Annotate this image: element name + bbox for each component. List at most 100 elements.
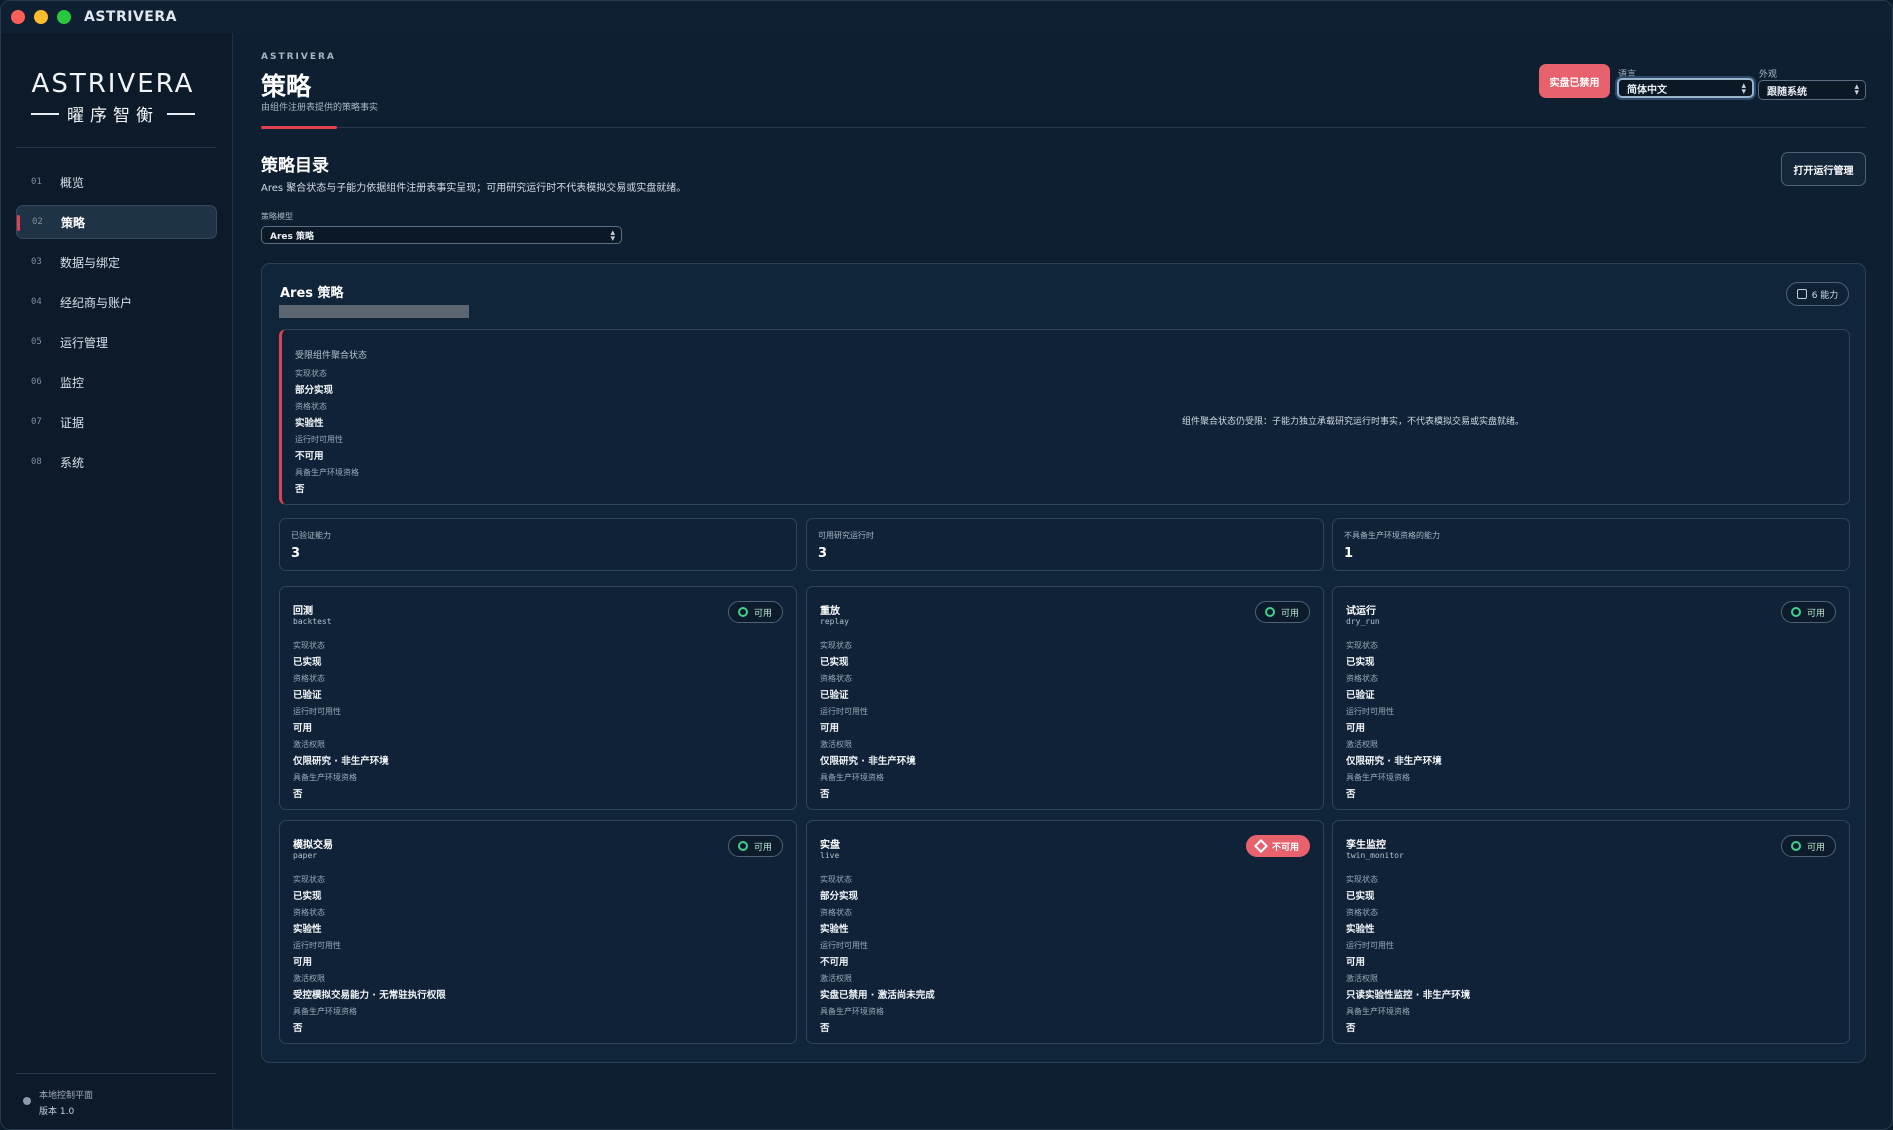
language-select[interactable]: 简体中文 ▴ ▾ (1617, 78, 1754, 98)
field-value: 已验证 (820, 690, 849, 701)
field-value: 只读实验性监控 · 非生产环境 (1346, 990, 1471, 1001)
header-divider (261, 127, 1866, 128)
field-value: 已验证 (293, 690, 322, 701)
field-value: 可用 (820, 723, 840, 734)
field-label: 激活权限 (293, 974, 325, 983)
field-label: 运行时可用性 (820, 941, 868, 950)
field-label: 激活权限 (820, 974, 852, 983)
strategy-model-value: Ares 策略 (270, 231, 314, 242)
capability-card-live: 实盘 live 不可用 实现状态 部分实现 资格状态 实验性 运行时可用性 不可用 激活权限 实盘已… (806, 820, 1324, 1044)
sidebar-item-2[interactable]: 03 数据与绑定 (16, 245, 217, 279)
sidebar-item-6[interactable]: 07 证据 (16, 405, 217, 439)
sidebar-item-3[interactable]: 04 经纪商与账户 (16, 285, 217, 319)
field-value: 可用 (293, 723, 313, 734)
availability-badge-label: 可用 (753, 608, 772, 619)
availability-badge: 可用 (1780, 835, 1836, 857)
field-value: 实盘已禁用 · 激活尚未完成 (820, 990, 935, 1001)
capability-field: 运行时可用性 可用 (293, 706, 341, 734)
sidebar-item-number: 06 (31, 377, 42, 387)
sidebar-item-1[interactable]: 02 策略 (16, 205, 217, 239)
strategy-model-label: 策略模型 (261, 212, 293, 221)
field-label: 具备生产环境资格 (1346, 1007, 1410, 1016)
strategy-model-select[interactable]: Ares 策略 ▴ ▾ (261, 226, 622, 244)
stat-value: 3 (291, 546, 301, 561)
maximize-window-button[interactable] (57, 10, 71, 24)
sidebar-item-number: 08 (31, 457, 42, 467)
capability-field: 激活权限 只读实验性监控 · 非生产环境 (1346, 973, 1470, 1001)
appearance-select-value: 跟随系统 (1767, 86, 1807, 98)
availability-badge: 可用 (727, 835, 783, 857)
availability-badge: 可用 (727, 601, 783, 623)
capability-field: 资格状态 已验证 (1346, 673, 1378, 701)
aggregate-note: 组件聚合状态仍受限：子能力独立承载研究运行时事实，不代表模拟交易或实盘就绪。 (1182, 417, 1525, 427)
capability-title: 实盘 (820, 840, 840, 851)
brand-logo: ASTRIVERA 曜序智衡 (29, 69, 197, 126)
capability-card-replay: 重放 replay 可用 实现状态 已实现 资格状态 已验证 运行时可用性 可用 激活权限 仅限研究… (806, 586, 1324, 810)
capability-code: dry_run (1346, 617, 1380, 626)
availability-badge: 可用 (1254, 601, 1310, 623)
language-select-value: 简体中文 (1627, 84, 1667, 96)
capability-field: 资格状态 已验证 (820, 673, 852, 701)
field-value: 可用 (293, 957, 313, 968)
diamond-warning-icon (1253, 838, 1269, 854)
field-value: 否 (820, 1023, 830, 1034)
availability-badge-label: 可用 (1280, 608, 1299, 619)
field-value: 仅限研究 · 非生产环境 (820, 756, 916, 767)
field-value: 已实现 (293, 657, 322, 668)
capability-field: 实现状态 已实现 (293, 640, 325, 668)
circle-check-icon (1264, 607, 1275, 617)
open-run-management-button[interactable]: 打开运行管理 (1781, 152, 1866, 186)
field-label: 运行时可用性 (293, 941, 341, 950)
sidebar-item-0[interactable]: 01 概览 (16, 165, 217, 199)
field-label: 具备生产环境资格 (820, 1007, 884, 1016)
sidebar-item-label: 运行管理 (60, 335, 109, 350)
sidebar-item-4[interactable]: 05 运行管理 (16, 325, 217, 359)
redacted-bar (279, 305, 469, 318)
field-value: 部分实现 (295, 385, 334, 396)
sidebar-item-7[interactable]: 08 系统 (16, 445, 217, 479)
availability-badge: 不可用 (1245, 835, 1310, 857)
field-label: 资格状态 (820, 674, 852, 683)
logo-rule-right (167, 112, 195, 115)
field-value: 不可用 (820, 957, 849, 968)
header-accent-bar (261, 126, 337, 129)
field-value: 已验证 (1346, 690, 1375, 701)
stat-card: 不具备生产环境资格的能力 1 (1332, 518, 1850, 571)
field-label: 实现状态 (1346, 641, 1378, 650)
catalog-description: Ares 聚合状态与子能力依据组件注册表事实呈现；可用研究运行时不代表模拟交易或… (261, 183, 687, 194)
capability-title: 试运行 (1346, 606, 1376, 617)
field-label: 运行时可用性 (1346, 941, 1394, 950)
capability-code: paper (293, 851, 318, 860)
capability-code: twin_monitor (1346, 851, 1404, 860)
field-label: 运行时可用性 (295, 435, 343, 444)
field-value: 实验性 (295, 418, 324, 429)
capability-title: 模拟交易 (293, 840, 333, 851)
capability-card-twin_monitor: 孪生监控 twin_monitor 可用 实现状态 已实现 资格状态 实验性 运行时可用性 可用… (1332, 820, 1850, 1044)
window-controls (11, 10, 71, 24)
status-label: 本地控制平面 (39, 1091, 94, 1101)
capability-field: 运行时可用性 可用 (293, 940, 341, 968)
field-label: 具备生产环境资格 (293, 773, 357, 782)
sidebar-item-5[interactable]: 06 监控 (16, 365, 217, 399)
sidebar-item-number: 03 (31, 257, 42, 267)
field-value: 已实现 (1346, 657, 1375, 668)
appearance-label: 外观 (1759, 70, 1778, 80)
field-value: 已实现 (1346, 891, 1375, 902)
capability-field: 资格状态 已验证 (293, 673, 325, 701)
aggregate-field: 运行时可用性 不可用 (295, 434, 343, 462)
field-label: 资格状态 (293, 674, 325, 683)
field-value: 仅限研究 · 非生产环境 (293, 756, 389, 767)
sidebar-item-label: 经纪商与账户 (60, 295, 133, 310)
capability-field: 资格状态 实验性 (293, 907, 325, 935)
sidebar-item-number: 02 (32, 217, 43, 227)
field-label: 实现状态 (820, 641, 852, 650)
close-window-button[interactable] (11, 10, 25, 24)
minimize-window-button[interactable] (34, 10, 48, 24)
brand-kicker: ASTRIVERA (261, 52, 336, 62)
capability-field: 激活权限实盘已禁用 · 激活尚未完成 (820, 973, 935, 1001)
appearance-select[interactable]: 跟随系统 ▴ ▾ (1758, 80, 1866, 100)
field-label: 资格状态 (293, 908, 325, 917)
sidebar-item-label: 概览 (60, 175, 85, 190)
control-plane-status: 本地控制平面 版本 1.0 (23, 1088, 93, 1117)
field-label: 运行时可用性 (293, 707, 341, 716)
